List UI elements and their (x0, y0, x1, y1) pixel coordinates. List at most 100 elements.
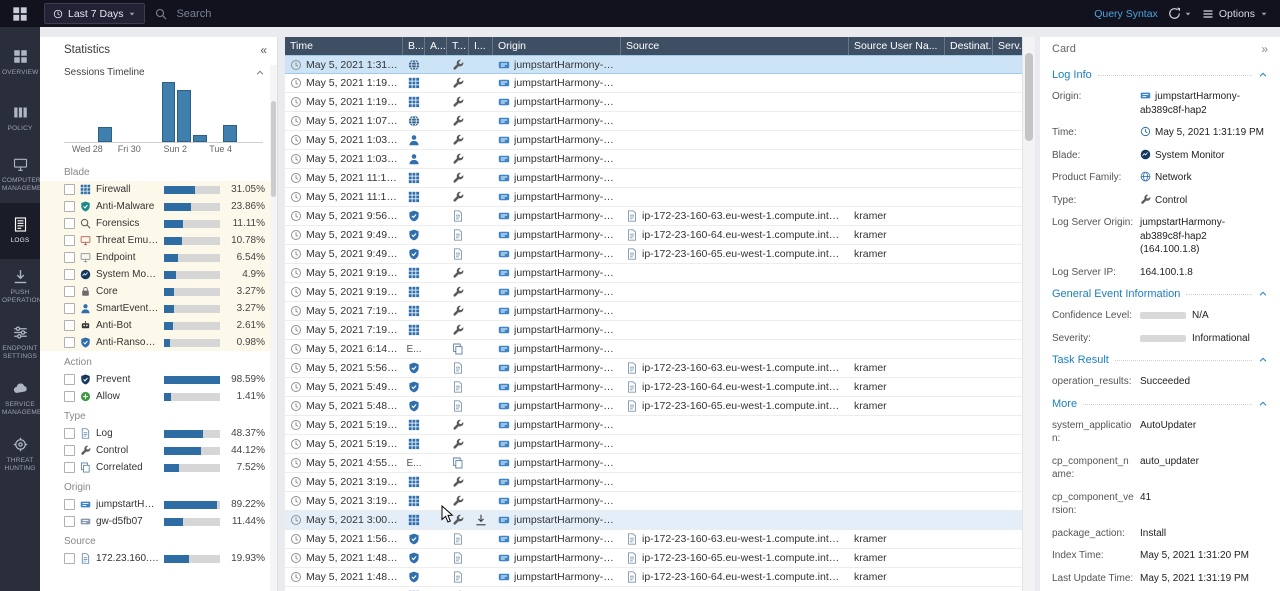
checkbox-icon[interactable] (64, 184, 75, 195)
stat-filter-prevent[interactable]: Prevent98.59% (40, 371, 277, 388)
column-header-i[interactable]: I... (469, 37, 493, 55)
checkbox-icon[interactable] (64, 337, 75, 348)
card-section-header[interactable]: Log Info (1052, 69, 1268, 81)
checkbox-icon[interactable] (64, 218, 75, 229)
table-row[interactable]: May 5, 2021 1:48:50 AMjumpstartHarmony-a… (285, 549, 1023, 568)
column-header-b[interactable]: B... (403, 37, 425, 55)
table-row[interactable]: May 5, 2021 1:19:05 PMjumpstartHarmony-a… (285, 74, 1023, 93)
table-row[interactable]: May 5, 2021 1:19:01 AMjumpstartHarmony-a… (285, 587, 1023, 591)
table-row[interactable]: May 5, 2021 5:56:36 AMjumpstartHarmony-a… (285, 359, 1023, 378)
table-row[interactable]: May 5, 2021 9:56:53 AMjumpstartHarmony-a… (285, 207, 1023, 226)
table-row[interactable]: May 5, 2021 9:49:31 AMjumpstartHarmony-a… (285, 245, 1023, 264)
checkbox-icon[interactable] (64, 320, 75, 331)
nav-item-endpoint-settings[interactable]: ENDPOINT SETTINGS (0, 315, 40, 371)
checkbox-icon[interactable] (64, 303, 75, 314)
stat-filter-jumpstartharmony-a[interactable]: jumpstartHarmony-a...89.22% (40, 496, 277, 513)
scrollbar-thumb[interactable] (271, 101, 276, 197)
stat-filter-172-23-160-63[interactable]: 172.23.160.6319.93% (40, 550, 277, 567)
stat-filter-firewall[interactable]: Firewall31.05% (40, 181, 277, 198)
scrollbar-thumb[interactable] (1025, 53, 1033, 141)
checkbox-icon[interactable] (64, 391, 75, 402)
column-header-a[interactable]: A... (425, 37, 447, 55)
table-row[interactable]: May 5, 2021 1:07:18 PMjumpstartHarmony-a… (285, 112, 1023, 131)
column-header-source-user-na[interactable]: Source User Na... (849, 37, 945, 55)
checkbox-icon[interactable] (64, 252, 75, 263)
column-header-destinat[interactable]: Destinat... (945, 37, 993, 55)
options-menu[interactable]: Options (1202, 8, 1268, 20)
table-row[interactable]: May 5, 2021 1:56:05 AMjumpstartHarmony-a… (285, 530, 1023, 549)
nav-item-logs[interactable]: LOGS (0, 203, 40, 259)
table-row[interactable]: May 5, 2021 9:19:04 AMjumpstartHarmony-a… (285, 264, 1023, 283)
table-row[interactable]: May 5, 2021 3:19:02 AMjumpstartHarmony-a… (285, 473, 1023, 492)
column-header-time[interactable]: Time (285, 37, 403, 55)
column-header-source[interactable]: Source (621, 37, 849, 55)
table-row[interactable]: May 5, 2021 7:19:03 AMjumpstartHarmony-a… (285, 321, 1023, 340)
table-row[interactable]: May 5, 2021 7:19:03 AMjumpstartHarmony-a… (285, 302, 1023, 321)
table-row[interactable]: May 5, 2021 3:00:00 AMjumpstartHarmony-a… (285, 511, 1023, 530)
table-row[interactable]: May 5, 2021 1:03:46 PMjumpstartHarmony-a… (285, 150, 1023, 169)
column-header-serv[interactable]: Serv... (993, 37, 1023, 55)
table-row[interactable]: May 5, 2021 5:19:03 AMjumpstartHarmony-a… (285, 416, 1023, 435)
table-row[interactable]: May 5, 2021 4:55:34 AME...jumpstartHarmo… (285, 454, 1023, 473)
checkbox-icon[interactable] (64, 553, 75, 564)
table-row[interactable]: May 5, 2021 5:48:52 AMjumpstartHarmony-a… (285, 397, 1023, 416)
checkbox-icon[interactable] (64, 286, 75, 297)
nav-item-computer-management[interactable]: COMPUTER MANAGEMENT (0, 147, 40, 203)
stat-filter-allow[interactable]: Allow1.41% (40, 388, 277, 405)
column-header-origin[interactable]: Origin (493, 37, 621, 55)
checkbox-icon[interactable] (64, 235, 75, 246)
table-row[interactable]: May 5, 2021 5:19:02 AMjumpstartHarmony-a… (285, 435, 1023, 454)
stat-filter-anti-malware[interactable]: Anti-Malware23.86% (40, 198, 277, 215)
stat-filter-gw-d5fb07[interactable]: gw-d5fb0711.44% (40, 513, 277, 530)
stat-filter-correlated[interactable]: Correlated7.52% (40, 459, 277, 476)
table-row[interactable]: May 5, 2021 11:19:05 AMjumpstartHarmony-… (285, 169, 1023, 188)
refresh-button[interactable] (1168, 7, 1192, 20)
chevron-up-icon[interactable] (255, 68, 265, 78)
stat-filter-log[interactable]: Log48.37% (40, 425, 277, 442)
checkbox-icon[interactable] (64, 445, 75, 456)
stats-scrollbar[interactable] (270, 65, 277, 591)
checkbox-icon[interactable] (64, 201, 75, 212)
stat-filter-forensics[interactable]: Forensics11.11% (40, 215, 277, 232)
table-row[interactable]: May 5, 2021 1:31:19 PMjumpstartHarmony-a… (285, 55, 1023, 74)
table-row[interactable]: May 5, 2021 1:03:46 PMjumpstartHarmony-a… (285, 131, 1023, 150)
query-syntax-link[interactable]: Query Syntax (1094, 8, 1158, 20)
search-bar[interactable] (155, 7, 1084, 21)
stat-filter-control[interactable]: Control44.12% (40, 442, 277, 459)
column-header-t[interactable]: T... (447, 37, 469, 55)
stat-filter-threat-emulation[interactable]: Threat Emulation10.78% (40, 232, 277, 249)
collapse-panel-icon[interactable]: « (260, 43, 267, 57)
table-row[interactable]: May 5, 2021 9:49:33 AMjumpstartHarmony-a… (285, 226, 1023, 245)
app-logo-icon[interactable] (12, 6, 28, 22)
table-row[interactable]: May 5, 2021 5:49:14 AMjumpstartHarmony-a… (285, 378, 1023, 397)
card-section-header[interactable]: Task Result (1052, 354, 1268, 366)
table-row[interactable]: May 5, 2021 3:19:01 AMjumpstartHarmony-a… (285, 492, 1023, 511)
nav-item-push-operations[interactable]: PUSH OPERATIONS (0, 259, 40, 315)
stat-filter-core[interactable]: Core3.27% (40, 283, 277, 300)
stat-filter-anti-bot[interactable]: Anti-Bot2.61% (40, 317, 277, 334)
table-row[interactable]: May 5, 2021 11:19:04 AMjumpstartHarmony-… (285, 188, 1023, 207)
stat-filter-endpoint[interactable]: Endpoint6.54% (40, 249, 277, 266)
nav-item-overview[interactable]: OVERVIEW (0, 35, 40, 91)
table-row[interactable]: May 5, 2021 1:48:39 AMjumpstartHarmony-a… (285, 568, 1023, 587)
stat-filter-smartevent-client[interactable]: SmartEvent Client3.27% (40, 300, 277, 317)
card-section-header[interactable]: More (1052, 398, 1268, 410)
table-row[interactable]: May 5, 2021 1:19:05 PMjumpstartHarmony-a… (285, 93, 1023, 112)
checkbox-icon[interactable] (64, 374, 75, 385)
checkbox-icon[interactable] (64, 428, 75, 439)
search-input[interactable] (174, 7, 1084, 21)
checkbox-icon[interactable] (64, 462, 75, 473)
expand-panel-icon[interactable]: » (1261, 42, 1268, 56)
checkbox-icon[interactable] (64, 516, 75, 527)
table-row[interactable]: May 5, 2021 6:14:57 AME...jumpstartHarmo… (285, 340, 1023, 359)
nav-item-threat-hunting[interactable]: THREAT HUNTING (0, 427, 40, 483)
table-row[interactable]: May 5, 2021 9:19:03 AMjumpstartHarmony-a… (285, 283, 1023, 302)
stat-filter-anti-ransomware[interactable]: Anti-Ransomware0.98% (40, 334, 277, 351)
table-scrollbar[interactable] (1022, 37, 1035, 591)
time-range-selector[interactable]: Last 7 Days (44, 3, 145, 24)
nav-item-policy[interactable]: POLICY (0, 91, 40, 147)
nav-item-service-management[interactable]: SERVICE MANAGEMENT (0, 371, 40, 427)
stat-filter-system-monitor[interactable]: System Monitor4.9% (40, 266, 277, 283)
card-section-header[interactable]: General Event Information (1052, 288, 1268, 300)
checkbox-icon[interactable] (64, 269, 75, 280)
